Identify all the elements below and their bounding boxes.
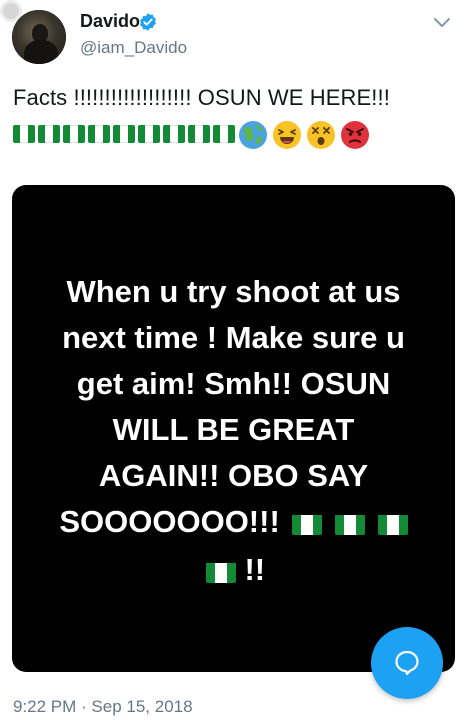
nigeria-flag-icon [292, 511, 323, 535]
media-text-line-with-flags: SOOOOOOO!!! [0, 504, 467, 540]
chevron-down-icon[interactable] [432, 16, 452, 30]
media-text-line: SOOOOOOO!!! [59, 504, 280, 539]
nigeria-flag-icon [38, 125, 60, 143]
nigeria-flag-icon [138, 125, 160, 143]
tweet-timestamp[interactable]: 9:22 PM · Sep 15, 2018 [13, 697, 193, 717]
nigeria-flag-icon [163, 125, 185, 143]
author-name[interactable]: Davido [80, 11, 140, 32]
nigeria-flag-icon [88, 125, 110, 143]
compose-reply-icon [395, 650, 419, 676]
media-text-line: !! [244, 552, 266, 587]
media-text-line: get aim! Smh!! OSUN [76, 366, 391, 401]
media-text-line: AGAIN!! OBO SAY [98, 458, 369, 493]
nigeria-flag-icon [113, 125, 135, 143]
avatar-ring-overlay [0, 0, 22, 22]
media-text-line: next time ! Make sure u [62, 320, 405, 355]
media-text-line: When u try shoot at us [66, 274, 401, 309]
media-text-line-with-flags: !! [0, 552, 467, 588]
nigeria-flag-icon [205, 559, 236, 583]
nigeria-flag-icon [63, 125, 85, 143]
avatar[interactable] [12, 10, 66, 64]
nigeria-flag-icon [213, 125, 235, 143]
verified-badge-icon [140, 13, 156, 31]
author-handle[interactable]: @iam_Davido [80, 38, 187, 58]
angry-face-emoji-icon [341, 121, 369, 149]
globe-emoji-icon [239, 121, 267, 149]
media-text-line: WILL BE GREAT [112, 412, 355, 447]
nigeria-flag-icon [188, 125, 210, 143]
nigeria-flag-icon [335, 511, 366, 535]
compose-reply-button[interactable] [371, 627, 443, 699]
nigeria-flag-icon [377, 511, 408, 535]
tweet-text: Facts !!!!!!!!!!!!!!!!!!! OSUN WE HERE!!… [13, 85, 390, 110]
laughing-emoji-icon [273, 121, 301, 149]
dizzy-face-emoji-icon [307, 121, 335, 149]
nigeria-flag-icon [13, 125, 35, 143]
